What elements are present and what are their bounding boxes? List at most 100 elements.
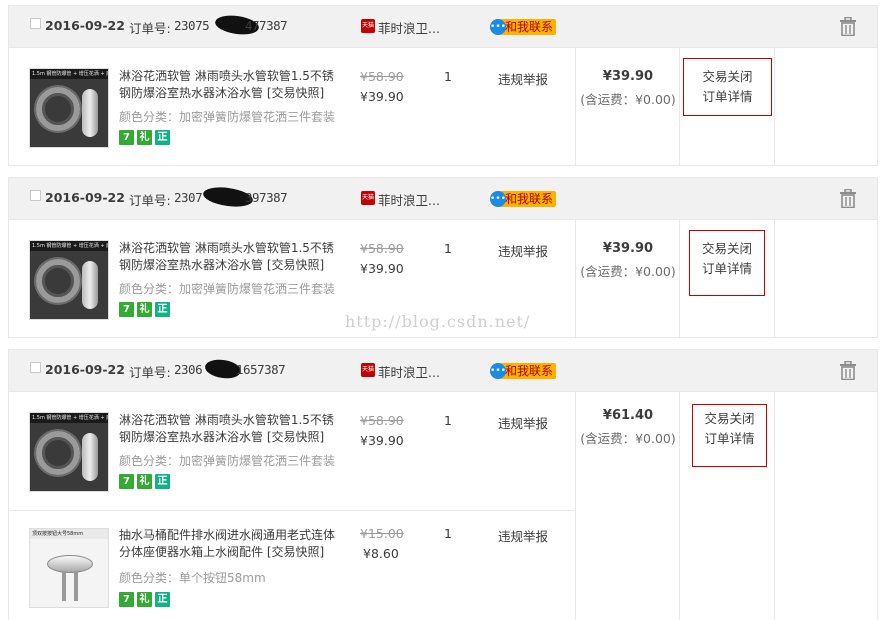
product-title-link[interactable]: 淋浴花洒软管 淋雨喷头水管软管1.5不锈钢防爆浴室热水器沐浴水管 [交易快照] xyxy=(119,240,341,274)
order-number-start: 2306 xyxy=(174,362,203,377)
unit-price: ¥8.60 xyxy=(363,546,399,561)
product-title-link[interactable]: 抽水马桶配件排水阀进水阀通用老式连体分体座便器水箱上水阀配件 [交易快照] xyxy=(119,527,341,561)
unit-price: ¥39.90 xyxy=(360,433,404,448)
seven-day-return-icon[interactable]: 7 xyxy=(119,130,134,145)
product-thumbnail[interactable]: 1.5m 钢管防爆管 + 增压花洒 + 底座 xyxy=(29,68,109,148)
product-thumbnail[interactable]: 顶双按按钮大号58mm xyxy=(29,528,109,608)
order-detail-link[interactable]: 订单详情 xyxy=(684,87,771,107)
column-divider xyxy=(575,392,576,620)
hose-coil-graphic xyxy=(36,87,80,131)
shipping-fee: (含运费：¥0.00) xyxy=(580,431,676,446)
shop-name-link[interactable]: 菲时浪卫... xyxy=(378,190,440,209)
order-number-start: 2307 xyxy=(174,190,203,205)
order-status: 交易关闭 xyxy=(701,241,752,256)
unit-price: ¥39.90 xyxy=(360,261,404,276)
trash-icon[interactable] xyxy=(839,17,857,36)
chat-bubble-icon: ••• xyxy=(490,191,506,207)
product-thumbnail[interactable]: 1.5m 钢管防爆管 + 增压花洒 + 底座 xyxy=(29,240,109,320)
order-header: 2016-09-22 订单号: 2307 397387 天猫 菲时浪卫... •… xyxy=(9,178,877,220)
report-violation-link[interactable]: 违规举报 xyxy=(498,69,548,88)
contact-seller-button[interactable]: ••• 和我联系 xyxy=(490,363,557,379)
order-total: ¥39.90 xyxy=(602,69,654,84)
order-number-start: 23075 xyxy=(174,18,210,33)
report-violation-link[interactable]: 违规举报 xyxy=(498,413,548,432)
order-total: ¥61.40 xyxy=(602,408,654,423)
report-violation-link[interactable]: 违规举报 xyxy=(498,526,548,545)
product-title-link[interactable]: 淋浴花洒软管 淋雨喷头水管软管1.5不锈钢防爆浴室热水器沐浴水管 [交易快照] xyxy=(119,68,341,102)
order-detail-link[interactable]: 订单详情 xyxy=(693,429,766,449)
quantity: 1 xyxy=(444,241,452,256)
column-divider xyxy=(774,220,775,338)
product-thumbnail[interactable]: 1.5m 钢管防爆管 + 增压花洒 + 底座 xyxy=(29,412,109,492)
product-sku: 颜色分类：单个按钮58mm xyxy=(119,571,266,585)
contact-seller-button[interactable]: ••• 和我联系 xyxy=(490,191,557,207)
shower-head-graphic xyxy=(82,433,98,481)
order-date: 2016-09-22 xyxy=(45,18,125,33)
order-card: 2016-09-22 订单号: 23075 477387 天猫 菲时浪卫... … xyxy=(8,5,878,166)
order-status-box: 交易关闭 订单详情 xyxy=(692,404,767,467)
seven-day-return-icon[interactable]: 7 xyxy=(119,474,134,489)
column-divider xyxy=(679,392,680,620)
thumbnail-caption: 1.5m 钢管防爆管 + 增压花洒 + 底座 xyxy=(30,69,109,79)
chat-bubble-icon: ••• xyxy=(490,363,506,379)
quantity: 1 xyxy=(444,413,452,428)
unit-price: ¥39.90 xyxy=(360,89,404,104)
seven-day-return-icon[interactable]: 7 xyxy=(119,592,134,607)
thumbnail-caption: 1.5m 钢管防爆管 + 增压花洒 + 底座 xyxy=(30,413,109,423)
order-item: 顶双按按钮大号58mm 抽水马桶配件排水阀进水阀通用老式连体分体座便器水箱上水阀… xyxy=(9,510,575,620)
genuine-icon[interactable]: 正 xyxy=(155,474,170,489)
gift-icon[interactable]: 礼 xyxy=(137,592,152,607)
original-price: ¥58.90 xyxy=(360,413,404,428)
order-card: 2016-09-22 订单号: 2306 1657387 天猫 菲时浪卫... … xyxy=(8,349,878,620)
genuine-icon[interactable]: 正 xyxy=(155,130,170,145)
order-body: 1.5m 钢管防爆管 + 增压花洒 + 底座 淋浴花洒软管 淋雨喷头水管软管1.… xyxy=(9,48,877,166)
product-title-link[interactable]: 淋浴花洒软管 淋雨喷头水管软管1.5不锈钢防爆浴室热水器沐浴水管 [交易快照] xyxy=(119,412,341,446)
gift-icon[interactable]: 礼 xyxy=(137,474,152,489)
report-violation-link[interactable]: 违规举报 xyxy=(498,241,548,260)
order-number-end: 1657387 xyxy=(236,362,286,377)
genuine-icon[interactable]: 正 xyxy=(155,592,170,607)
order-status: 交易关闭 xyxy=(702,69,753,84)
service-badges: 7礼正 xyxy=(119,591,173,607)
product-sku: 颜色分类：加密弹簧防爆管花洒三件套装 xyxy=(119,110,336,124)
order-select-checkbox[interactable] xyxy=(30,18,41,29)
tmall-icon: 天猫 xyxy=(361,19,375,33)
order-status-box: 交易关闭 订单详情 xyxy=(683,58,772,116)
order-select-checkbox[interactable] xyxy=(30,190,41,201)
order-header: 2016-09-22 订单号: 23075 477387 天猫 菲时浪卫... … xyxy=(9,6,877,48)
original-price: ¥58.90 xyxy=(360,69,404,84)
contact-seller-button[interactable]: ••• 和我联系 xyxy=(490,19,557,35)
trash-icon[interactable] xyxy=(839,189,857,208)
order-status-box: 交易关闭 订单详情 xyxy=(689,230,765,296)
valve-stem-graphic xyxy=(62,571,66,601)
product-sku: 颜色分类：加密弹簧防爆管花洒三件套装 xyxy=(119,454,336,468)
shower-head-graphic xyxy=(82,89,98,137)
order-number-label: 订单号: xyxy=(129,21,171,36)
valve-stem-graphic xyxy=(74,571,78,601)
shop-name-link[interactable]: 菲时浪卫... xyxy=(378,18,440,37)
contact-label: 和我联系 xyxy=(505,364,554,378)
column-divider xyxy=(774,48,775,166)
order-select-checkbox[interactable] xyxy=(30,362,41,373)
genuine-icon[interactable]: 正 xyxy=(155,302,170,317)
shipping-fee: (含运费：¥0.00) xyxy=(580,264,676,279)
trash-icon[interactable] xyxy=(839,361,857,380)
quantity: 1 xyxy=(444,69,452,84)
order-detail-link[interactable]: 订单详情 xyxy=(690,259,764,279)
seven-day-return-icon[interactable]: 7 xyxy=(119,302,134,317)
flush-button-graphic xyxy=(47,555,93,573)
service-badges: 7礼正 xyxy=(119,473,173,489)
order-number-label: 订单号: xyxy=(129,365,171,380)
order-date: 2016-09-22 xyxy=(45,190,125,205)
thumbnail-caption: 1.5m 钢管防爆管 + 增压花洒 + 底座 xyxy=(30,241,109,251)
column-divider xyxy=(774,392,775,620)
order-total: ¥39.90 xyxy=(602,241,654,256)
tmall-icon: 天猫 xyxy=(361,363,375,377)
product-sku: 颜色分类：加密弹簧防爆管花洒三件套装 xyxy=(119,282,336,296)
order-number-end: 477387 xyxy=(245,18,288,33)
shop-name-link[interactable]: 菲时浪卫... xyxy=(378,362,440,381)
gift-icon[interactable]: 礼 xyxy=(137,302,152,317)
order-header: 2016-09-22 订单号: 2306 1657387 天猫 菲时浪卫... … xyxy=(9,350,877,392)
gift-icon[interactable]: 礼 xyxy=(137,130,152,145)
service-badges: 7礼正 xyxy=(119,301,173,317)
